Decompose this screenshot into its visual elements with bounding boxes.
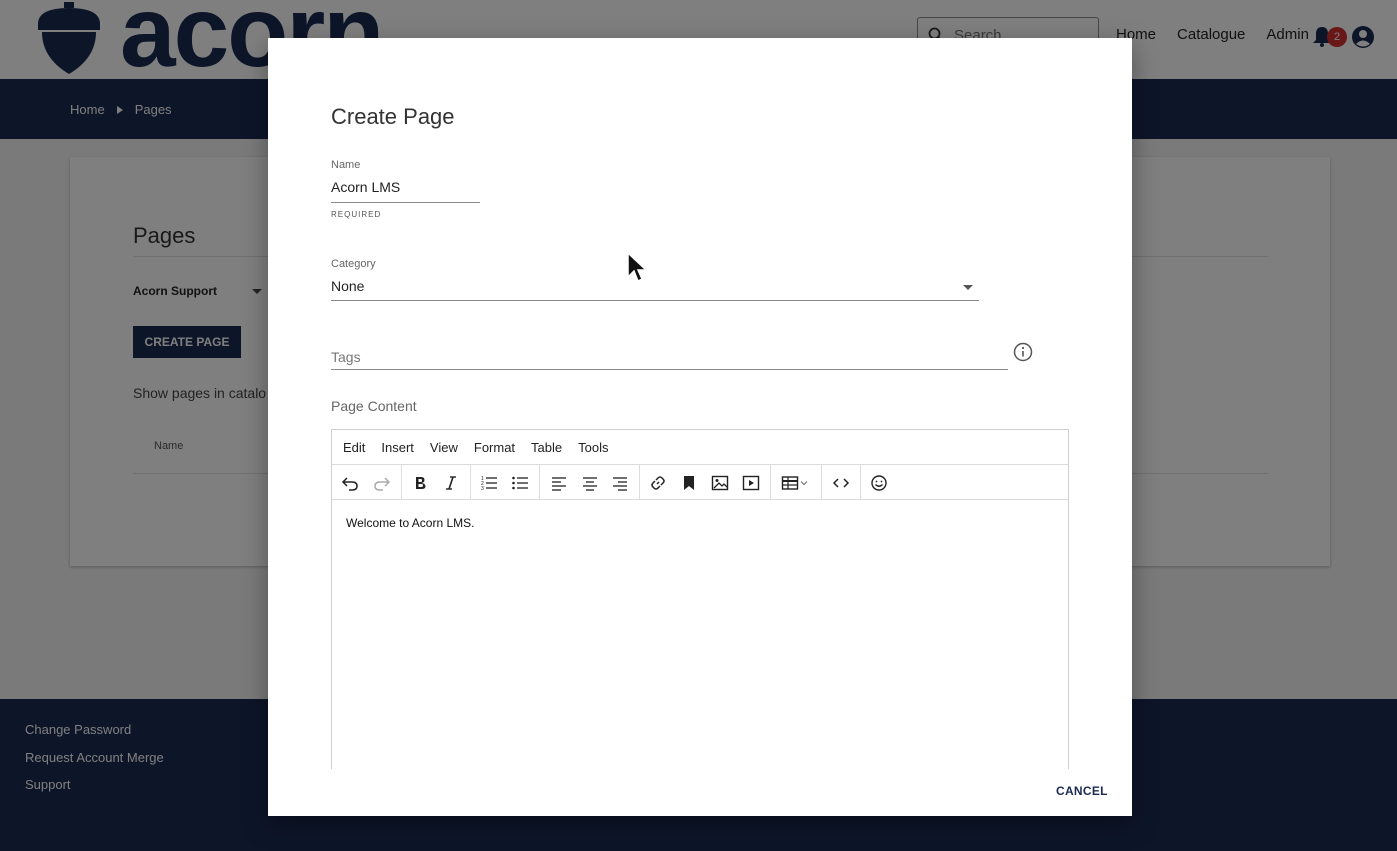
bullet-list-icon[interactable] <box>509 472 531 494</box>
image-icon[interactable] <box>709 472 731 494</box>
rich-text-editor: Edit Insert View Format Table Tools 12 3… <box>331 429 1069 769</box>
emoji-icon[interactable] <box>868 472 890 494</box>
align-center-icon[interactable] <box>579 472 601 494</box>
redo-icon[interactable] <box>371 472 393 494</box>
toolbar-separator <box>470 465 471 500</box>
italic-icon[interactable] <box>440 472 462 494</box>
svg-text:3: 3 <box>481 486 484 492</box>
menu-edit[interactable]: Edit <box>343 440 365 455</box>
page-content-label: Page Content <box>331 398 417 414</box>
menu-view[interactable]: View <box>430 440 458 455</box>
media-icon[interactable] <box>740 472 762 494</box>
dropdown-arrow-icon <box>963 285 973 290</box>
cancel-button[interactable]: CANCEL <box>1056 784 1108 798</box>
toolbar-separator <box>821 465 822 500</box>
menu-insert[interactable]: Insert <box>381 440 414 455</box>
table-icon[interactable] <box>778 472 812 494</box>
name-label: Name <box>331 159 361 171</box>
bookmark-icon[interactable] <box>678 472 700 494</box>
menu-table[interactable]: Table <box>531 440 562 455</box>
menu-format[interactable]: Format <box>474 440 515 455</box>
name-field[interactable]: Acorn LMS <box>331 179 480 203</box>
toolbar-separator <box>770 465 771 500</box>
info-icon[interactable] <box>1013 342 1033 362</box>
create-page-dialog: Create Page Name Acorn LMS REQUIRED Cate… <box>268 38 1132 816</box>
name-required-hint: REQUIRED <box>331 210 382 219</box>
editor-content[interactable]: Welcome to Acorn LMS. <box>346 516 475 530</box>
code-icon[interactable] <box>830 472 852 494</box>
dialog-title: Create Page <box>331 104 455 129</box>
link-icon[interactable] <box>647 472 669 494</box>
align-right-icon[interactable] <box>609 472 631 494</box>
menu-tools[interactable]: Tools <box>578 440 608 455</box>
toolbar-separator <box>860 465 861 500</box>
category-label: Category <box>331 258 376 270</box>
tags-input[interactable] <box>331 344 1008 370</box>
toolbar-separator <box>539 465 540 500</box>
undo-icon[interactable] <box>339 472 361 494</box>
editor-toolbar: 123 <box>332 465 1068 500</box>
editor-menubar: Edit Insert View Format Table Tools <box>332 430 1068 465</box>
toolbar-separator <box>401 465 402 500</box>
category-select[interactable]: None <box>331 278 979 301</box>
mouse-cursor-icon <box>627 252 648 283</box>
category-select-value: None <box>331 278 365 294</box>
bold-icon[interactable] <box>409 472 431 494</box>
chevron-down-icon <box>800 481 808 486</box>
align-left-icon[interactable] <box>548 472 570 494</box>
numbered-list-icon[interactable]: 123 <box>478 472 500 494</box>
toolbar-separator <box>639 465 640 500</box>
